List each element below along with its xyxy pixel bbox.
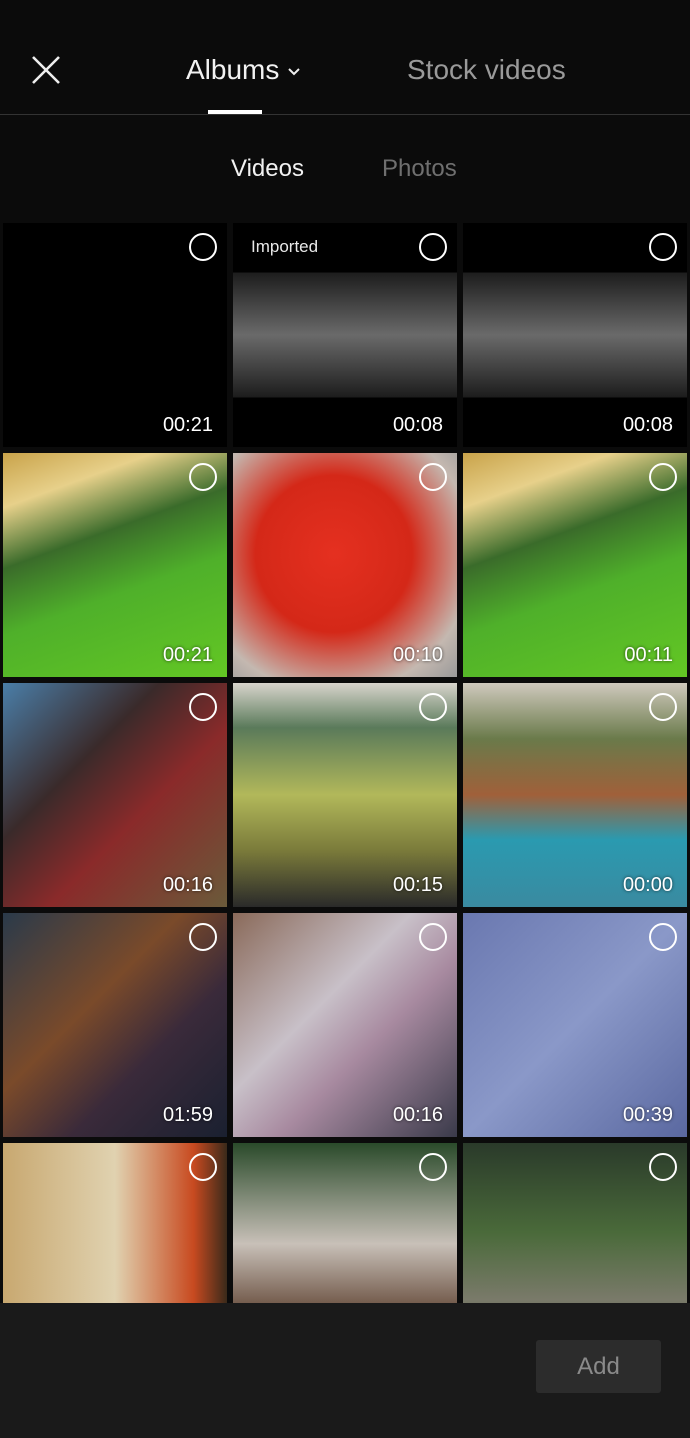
video-duration: 00:21 [162,644,213,666]
select-circle[interactable] [649,463,677,491]
close-button[interactable] [28,52,64,88]
video-duration: 00:11 [624,644,673,666]
video-duration: 00:16 [162,874,213,896]
video-duration: 00:08 [392,414,443,436]
media-tile[interactable]: 00:00 [463,683,687,907]
media-tile[interactable]: 00:21 [3,453,227,677]
media-grid: 00:21 Imported 00:08 00:08 00:21 00:10 00:11 00… [3,223,687,1303]
media-tile[interactable]: 00:15 [233,683,457,907]
select-circle[interactable] [189,1153,217,1181]
header-divider [0,114,690,115]
video-duration: 00:08 [622,414,673,436]
tab-albums[interactable]: Albums [186,52,301,88]
media-tile[interactable]: 00:21 [3,223,227,447]
bottom-bar: Add [0,1303,690,1438]
select-circle[interactable] [419,693,447,721]
select-circle[interactable] [419,463,447,491]
video-duration: 00:15 [392,874,443,896]
select-circle[interactable] [189,463,217,491]
select-circle[interactable] [419,923,447,951]
add-button[interactable]: Add [536,1340,661,1393]
chevron-down-icon [288,67,301,76]
media-tile[interactable] [463,1143,687,1303]
video-duration: 00:21 [162,414,213,436]
tab-albums-label: Albums [186,54,280,85]
media-tile[interactable] [3,1143,227,1303]
media-tile[interactable]: 00:16 [3,683,227,907]
video-duration: 00:00 [622,874,673,896]
media-tile[interactable]: Imported 00:08 [233,223,457,447]
video-duration: 00:10 [392,644,443,666]
select-circle[interactable] [649,923,677,951]
top-bar: Albums Stock videos [0,0,690,114]
subtab-photos[interactable]: Photos [382,152,457,186]
select-circle[interactable] [189,693,217,721]
video-duration: 01:59 [162,1104,213,1126]
select-circle[interactable] [419,1153,447,1181]
media-tile[interactable]: 00:10 [233,453,457,677]
subtab-videos[interactable]: Videos [231,152,304,186]
video-duration: 00:16 [392,1104,443,1126]
video-duration: 00:39 [622,1104,673,1126]
select-circle[interactable] [649,693,677,721]
select-circle[interactable] [189,233,217,261]
close-icon [32,56,60,84]
tab-stock-videos[interactable]: Stock videos [407,52,566,88]
media-tile[interactable]: 01:59 [3,913,227,1137]
media-tile[interactable]: 00:08 [463,223,687,447]
select-circle[interactable] [419,233,447,261]
select-circle[interactable] [649,1153,677,1181]
media-tile[interactable] [233,1143,457,1303]
select-circle[interactable] [189,923,217,951]
media-tile[interactable]: 00:16 [233,913,457,1137]
select-circle[interactable] [649,233,677,261]
imported-badge: Imported [251,237,319,256]
media-tile[interactable]: 00:39 [463,913,687,1137]
media-tile[interactable]: 00:11 [463,453,687,677]
